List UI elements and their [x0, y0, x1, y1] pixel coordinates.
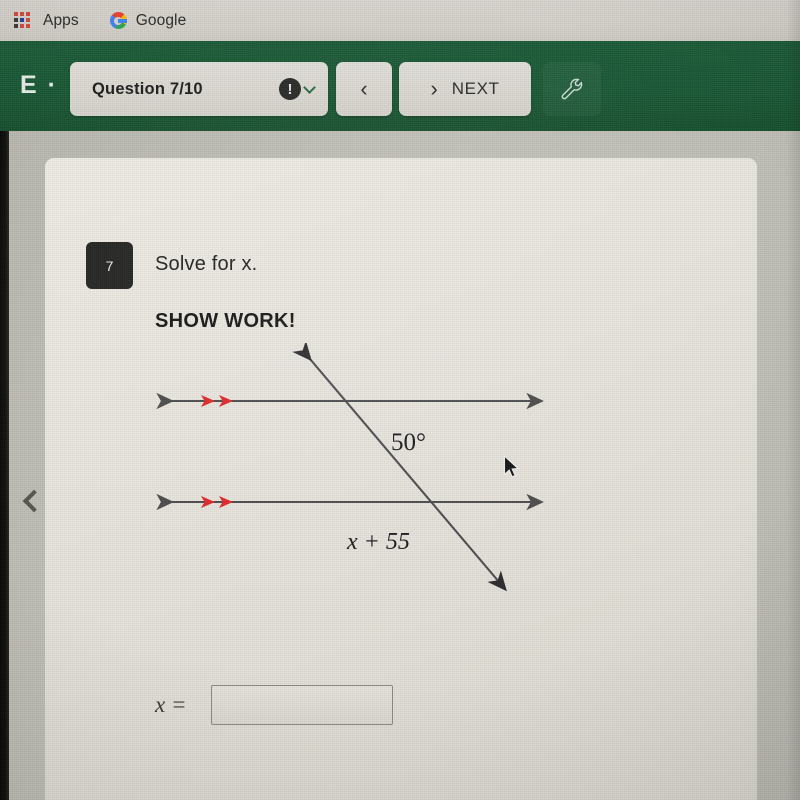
angle-label-lower: x + 55	[347, 529, 410, 555]
previous-question-button[interactable]: ‹	[336, 62, 392, 116]
browser-bookmark-bar: Apps Google	[0, 0, 800, 41]
app-header-bar: E · Question 7/10 ! ‹ › NEXT	[0, 41, 800, 131]
chevron-left-icon: ‹	[360, 76, 368, 101]
answer-row: x =	[155, 685, 394, 725]
arrow-pointer-icon	[503, 454, 520, 478]
answer-input[interactable]	[211, 685, 394, 725]
exclamation-circle-icon: !	[279, 78, 301, 100]
apps-grid-icon[interactable]	[14, 12, 32, 30]
tools-button[interactable]	[543, 62, 601, 116]
chevron-right-icon: ›	[430, 76, 438, 101]
question-selector-button[interactable]: Question 7/10 !	[70, 62, 328, 116]
bookmark-google[interactable]: Google	[109, 11, 187, 30]
google-g-icon	[109, 12, 127, 29]
geometry-diagram: 50° x + 55	[155, 340, 625, 623]
question-card: 7 Solve for x. SHOW WORK! 50° x + 55 x =	[45, 158, 757, 800]
wrench-icon	[561, 78, 583, 100]
left-edge-strip	[0, 131, 9, 800]
question-counter-label: Question 7/10	[92, 79, 203, 98]
page-content-area: 7 Solve for x. SHOW WORK! 50° x + 55 x =	[0, 131, 800, 800]
next-button-label: NEXT	[451, 79, 500, 98]
mouse-cursor	[503, 454, 521, 485]
angle-label-upper: 50°	[391, 429, 426, 456]
bookmark-google-label: Google	[135, 11, 187, 29]
question-number-badge: 7	[86, 242, 133, 289]
bookmark-apps-label[interactable]: Apps	[43, 12, 79, 30]
parallel-lines-transversal-svg	[156, 340, 544, 592]
next-question-button[interactable]: › NEXT	[399, 62, 531, 116]
answer-label: x =	[155, 692, 187, 717]
brand-logo[interactable]: E ·	[20, 71, 58, 100]
show-work-instruction: SHOW WORK!	[155, 310, 296, 332]
chevron-down-icon	[303, 80, 316, 94]
question-status-group[interactable]: !	[279, 78, 316, 100]
question-prompt: Solve for x.	[155, 253, 258, 275]
back-chevron-icon[interactable]	[22, 491, 42, 511]
